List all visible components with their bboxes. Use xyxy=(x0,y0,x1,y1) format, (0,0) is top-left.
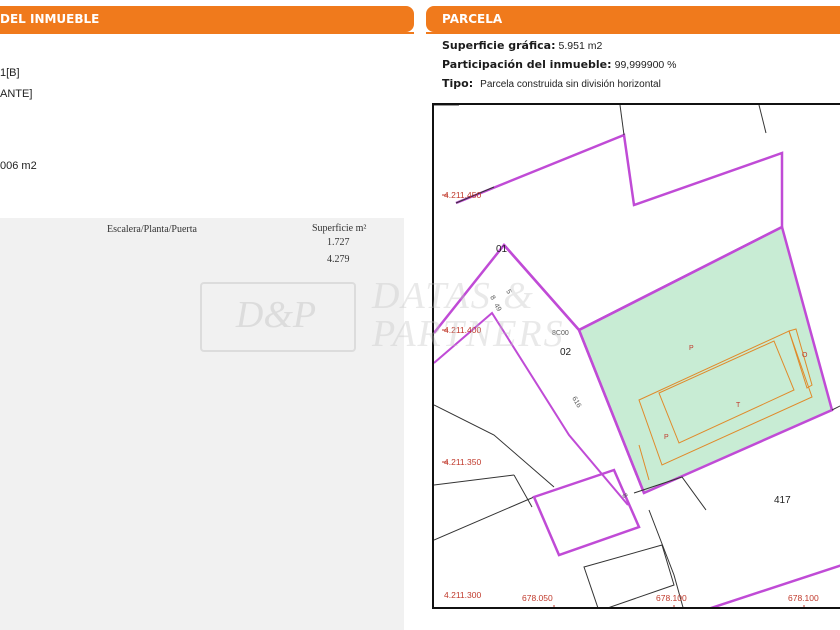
participacion-label: Participación del inmueble: xyxy=(442,58,612,71)
participacion-value: 99,999900 % xyxy=(614,59,677,71)
col-header-superficie: Superficie m² xyxy=(312,223,367,234)
table-row-superficie: 1.727 xyxy=(327,237,350,248)
building-letter: P xyxy=(689,345,694,352)
left-header-underline xyxy=(0,32,414,34)
right-section-header: PARCELA xyxy=(426,6,840,32)
building-letter: P xyxy=(664,434,669,441)
x-coord-label: 678.050 xyxy=(522,593,553,603)
building-letter: T xyxy=(736,402,741,409)
cadastral-map-svg: 4.211.450 4.211.400 4.211.350 4.211.300 … xyxy=(434,105,840,607)
cadastral-map: 4.211.450 4.211.400 4.211.350 4.211.300 … xyxy=(432,103,840,609)
parcel-label-417: 417 xyxy=(774,495,791,506)
superficie-label: Superficie gráfica: xyxy=(442,39,556,52)
left-fragment-1: 1[B] xyxy=(0,67,20,79)
left-fragment-2: ANTE] xyxy=(0,88,33,100)
tipo-value: Parcela construida sin división horizont… xyxy=(480,79,661,90)
y-coord-label: 4.211.300 xyxy=(444,590,481,600)
superficie-value: 5.951 m2 xyxy=(558,40,603,52)
right-header-underline xyxy=(426,32,840,34)
tipo-label: Tipo: xyxy=(442,77,474,90)
superficie-grafica-row: Superficie gráfica: 5.951 m2 xyxy=(442,39,602,52)
table-row-superficie: 4.279 xyxy=(327,254,350,265)
watermark-line-2: PARTNERS xyxy=(372,313,565,355)
participacion-row: Participación del inmueble: 99,999900 % xyxy=(442,58,677,71)
col-header-escalera: Escalera/Planta/Puerta xyxy=(107,224,197,235)
edge-label: 616 xyxy=(570,396,582,410)
watermark: D&P DATAS & PARTNERS xyxy=(200,274,660,355)
parcel-label-01: 01 xyxy=(496,244,508,255)
left-fragment-3: 006 m2 xyxy=(0,160,37,172)
building-letter: O xyxy=(802,352,808,359)
right-section-title: PARCELA xyxy=(442,12,503,26)
tipo-row: Tipo: Parcela construida sin división ho… xyxy=(442,77,661,90)
x-coord-label: 678.100 xyxy=(656,593,687,603)
watermark-logo: D&P xyxy=(235,294,317,336)
y-coord-label: 4.211.350 xyxy=(444,457,481,467)
left-section-header: DEL INMUEBLE xyxy=(0,6,414,32)
y-coord-label: 4.211.450 xyxy=(444,190,481,200)
x-coord-label: 678.100 xyxy=(788,593,819,603)
left-section-title: DEL INMUEBLE xyxy=(0,12,100,26)
